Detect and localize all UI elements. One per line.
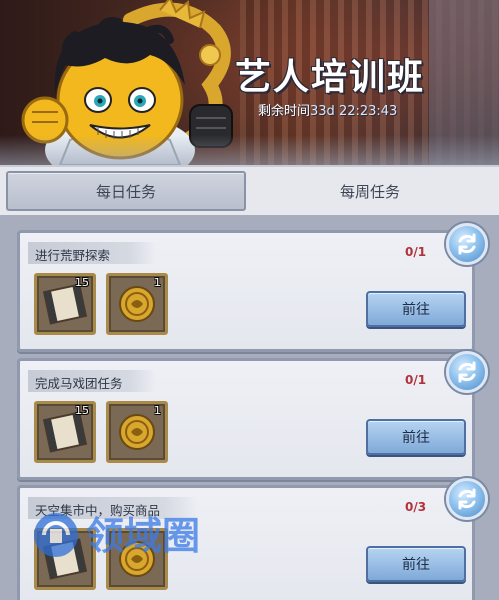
refresh-icon: [458, 488, 476, 510]
refresh-icon: [458, 233, 476, 255]
task-card: 完成马戏团任务 0/1 15 1 前往: [17, 351, 488, 480]
reward-count: 1: [154, 276, 161, 289]
go-to-task-button[interactable]: 前往: [366, 546, 466, 582]
task-progress: 0/3: [405, 500, 427, 514]
task-card: 进行荒野探索 0/1 15 1 前往: [17, 223, 488, 352]
remaining-time-value: 33d 22:23:43: [310, 104, 398, 119]
refresh-task-button[interactable]: [446, 223, 488, 265]
event-banner: 艺人培训班 剩余时间33d 22:23:43: [0, 0, 499, 165]
task-progress: 0/1: [405, 245, 427, 259]
remaining-time-label: 剩余时间: [258, 104, 311, 119]
reward-item-film[interactable]: 15: [34, 401, 96, 463]
site-watermark-logo: 领域圈: [34, 513, 200, 558]
go-to-task-button[interactable]: 前往: [366, 419, 466, 455]
task-progress: 0/1: [405, 373, 427, 387]
watermark-text: 领域圈: [86, 514, 200, 558]
banner-fade: [0, 135, 499, 165]
task-tab-bar: 每日任务 每周任务: [0, 165, 499, 215]
task-title: 完成马戏团任务: [28, 370, 156, 392]
task-title: 进行荒野探索: [28, 242, 156, 264]
event-title: 艺人培训班: [235, 57, 426, 98]
reward-item-coin[interactable]: 1: [106, 401, 168, 463]
tab-daily-tasks[interactable]: 每日任务: [6, 171, 246, 211]
refresh-icon: [458, 361, 476, 383]
refresh-task-button[interactable]: [446, 351, 488, 393]
refresh-task-button[interactable]: [446, 478, 488, 520]
remaining-time: 剩余时间33d 22:23:43: [258, 100, 397, 119]
reward-count: 15: [75, 404, 89, 417]
reward-count: 1: [154, 404, 161, 417]
reward-item-coin[interactable]: 1: [106, 273, 168, 335]
tab-weekly-tasks[interactable]: 每周任务: [250, 171, 490, 211]
reward-item-film[interactable]: 15: [34, 273, 96, 335]
reward-count: 15: [75, 276, 89, 289]
go-to-task-button[interactable]: 前往: [366, 291, 466, 327]
